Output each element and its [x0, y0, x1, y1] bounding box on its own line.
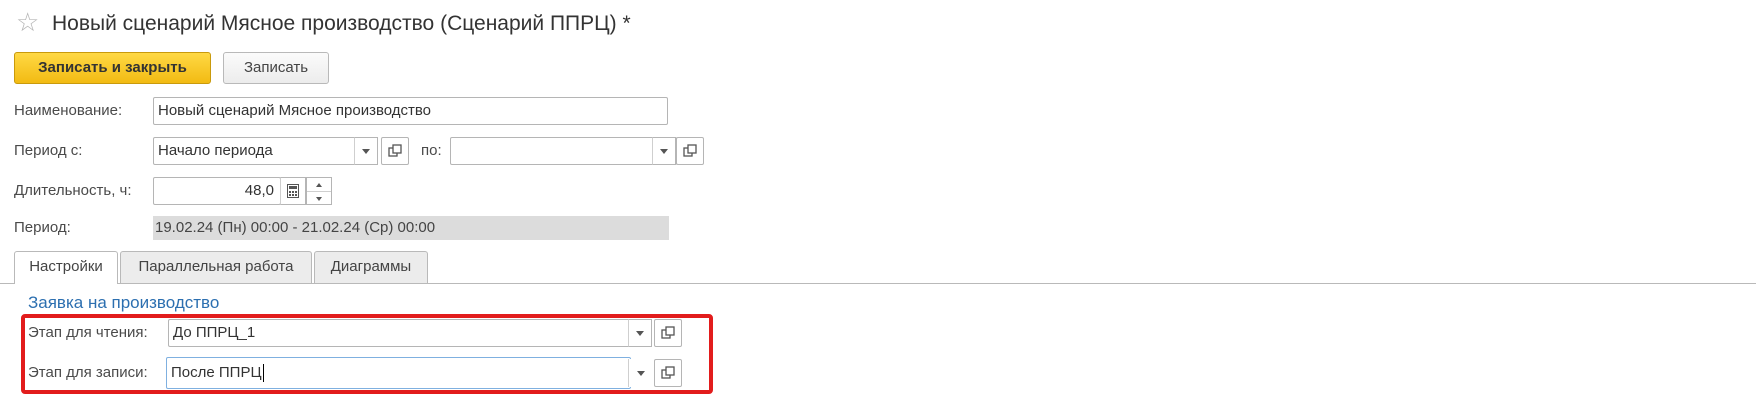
save-and-close-button[interactable]: Записать и закрыть — [14, 52, 211, 84]
period-from-select[interactable]: Начало периода — [153, 137, 378, 165]
period-to-dropdown-button[interactable] — [652, 137, 676, 165]
chevron-down-icon — [362, 148, 370, 154]
tab-parallel-work[interactable]: Параллельная работа — [120, 251, 312, 283]
period-from-dropdown-button[interactable] — [354, 137, 378, 165]
calculator-button[interactable] — [280, 177, 306, 205]
period-to-label: по: — [421, 142, 442, 159]
name-label: Наименование: — [14, 102, 123, 119]
duration-label: Длительность, ч: — [14, 182, 132, 199]
period-label: Период: — [14, 219, 71, 236]
tab-diagrams[interactable]: Диаграммы — [314, 251, 428, 283]
period-value: 19.02.24 (Пн) 00:00 - 21.02.24 (Ср) 00:0… — [153, 216, 669, 240]
duration-input[interactable]: 48,0 — [153, 177, 281, 205]
period-from-label: Период с: — [14, 142, 83, 159]
period-from-open-button[interactable] — [381, 137, 409, 165]
tab-settings[interactable]: Настройки — [14, 251, 118, 284]
save-button[interactable]: Записать — [223, 52, 329, 84]
spin-down-icon[interactable] — [307, 192, 331, 205]
section-title-production-request[interactable]: Заявка на производство — [28, 291, 219, 315]
calculator-icon — [287, 184, 299, 198]
spin-up-icon[interactable] — [307, 178, 331, 192]
open-form-icon — [683, 144, 697, 157]
favorite-star-icon[interactable]: ☆ — [16, 8, 39, 38]
window-title: Новый сценарий Мясное производство (Сцен… — [52, 12, 631, 35]
open-form-icon — [388, 144, 402, 157]
chevron-down-icon — [660, 148, 668, 154]
name-input[interactable]: Новый сценарий Мясное производство — [153, 97, 668, 125]
highlight-frame — [21, 314, 713, 394]
period-to-select[interactable] — [450, 137, 677, 165]
tab-divider — [0, 283, 1756, 284]
period-to-open-button[interactable] — [676, 137, 704, 165]
duration-spinner[interactable] — [306, 177, 332, 205]
